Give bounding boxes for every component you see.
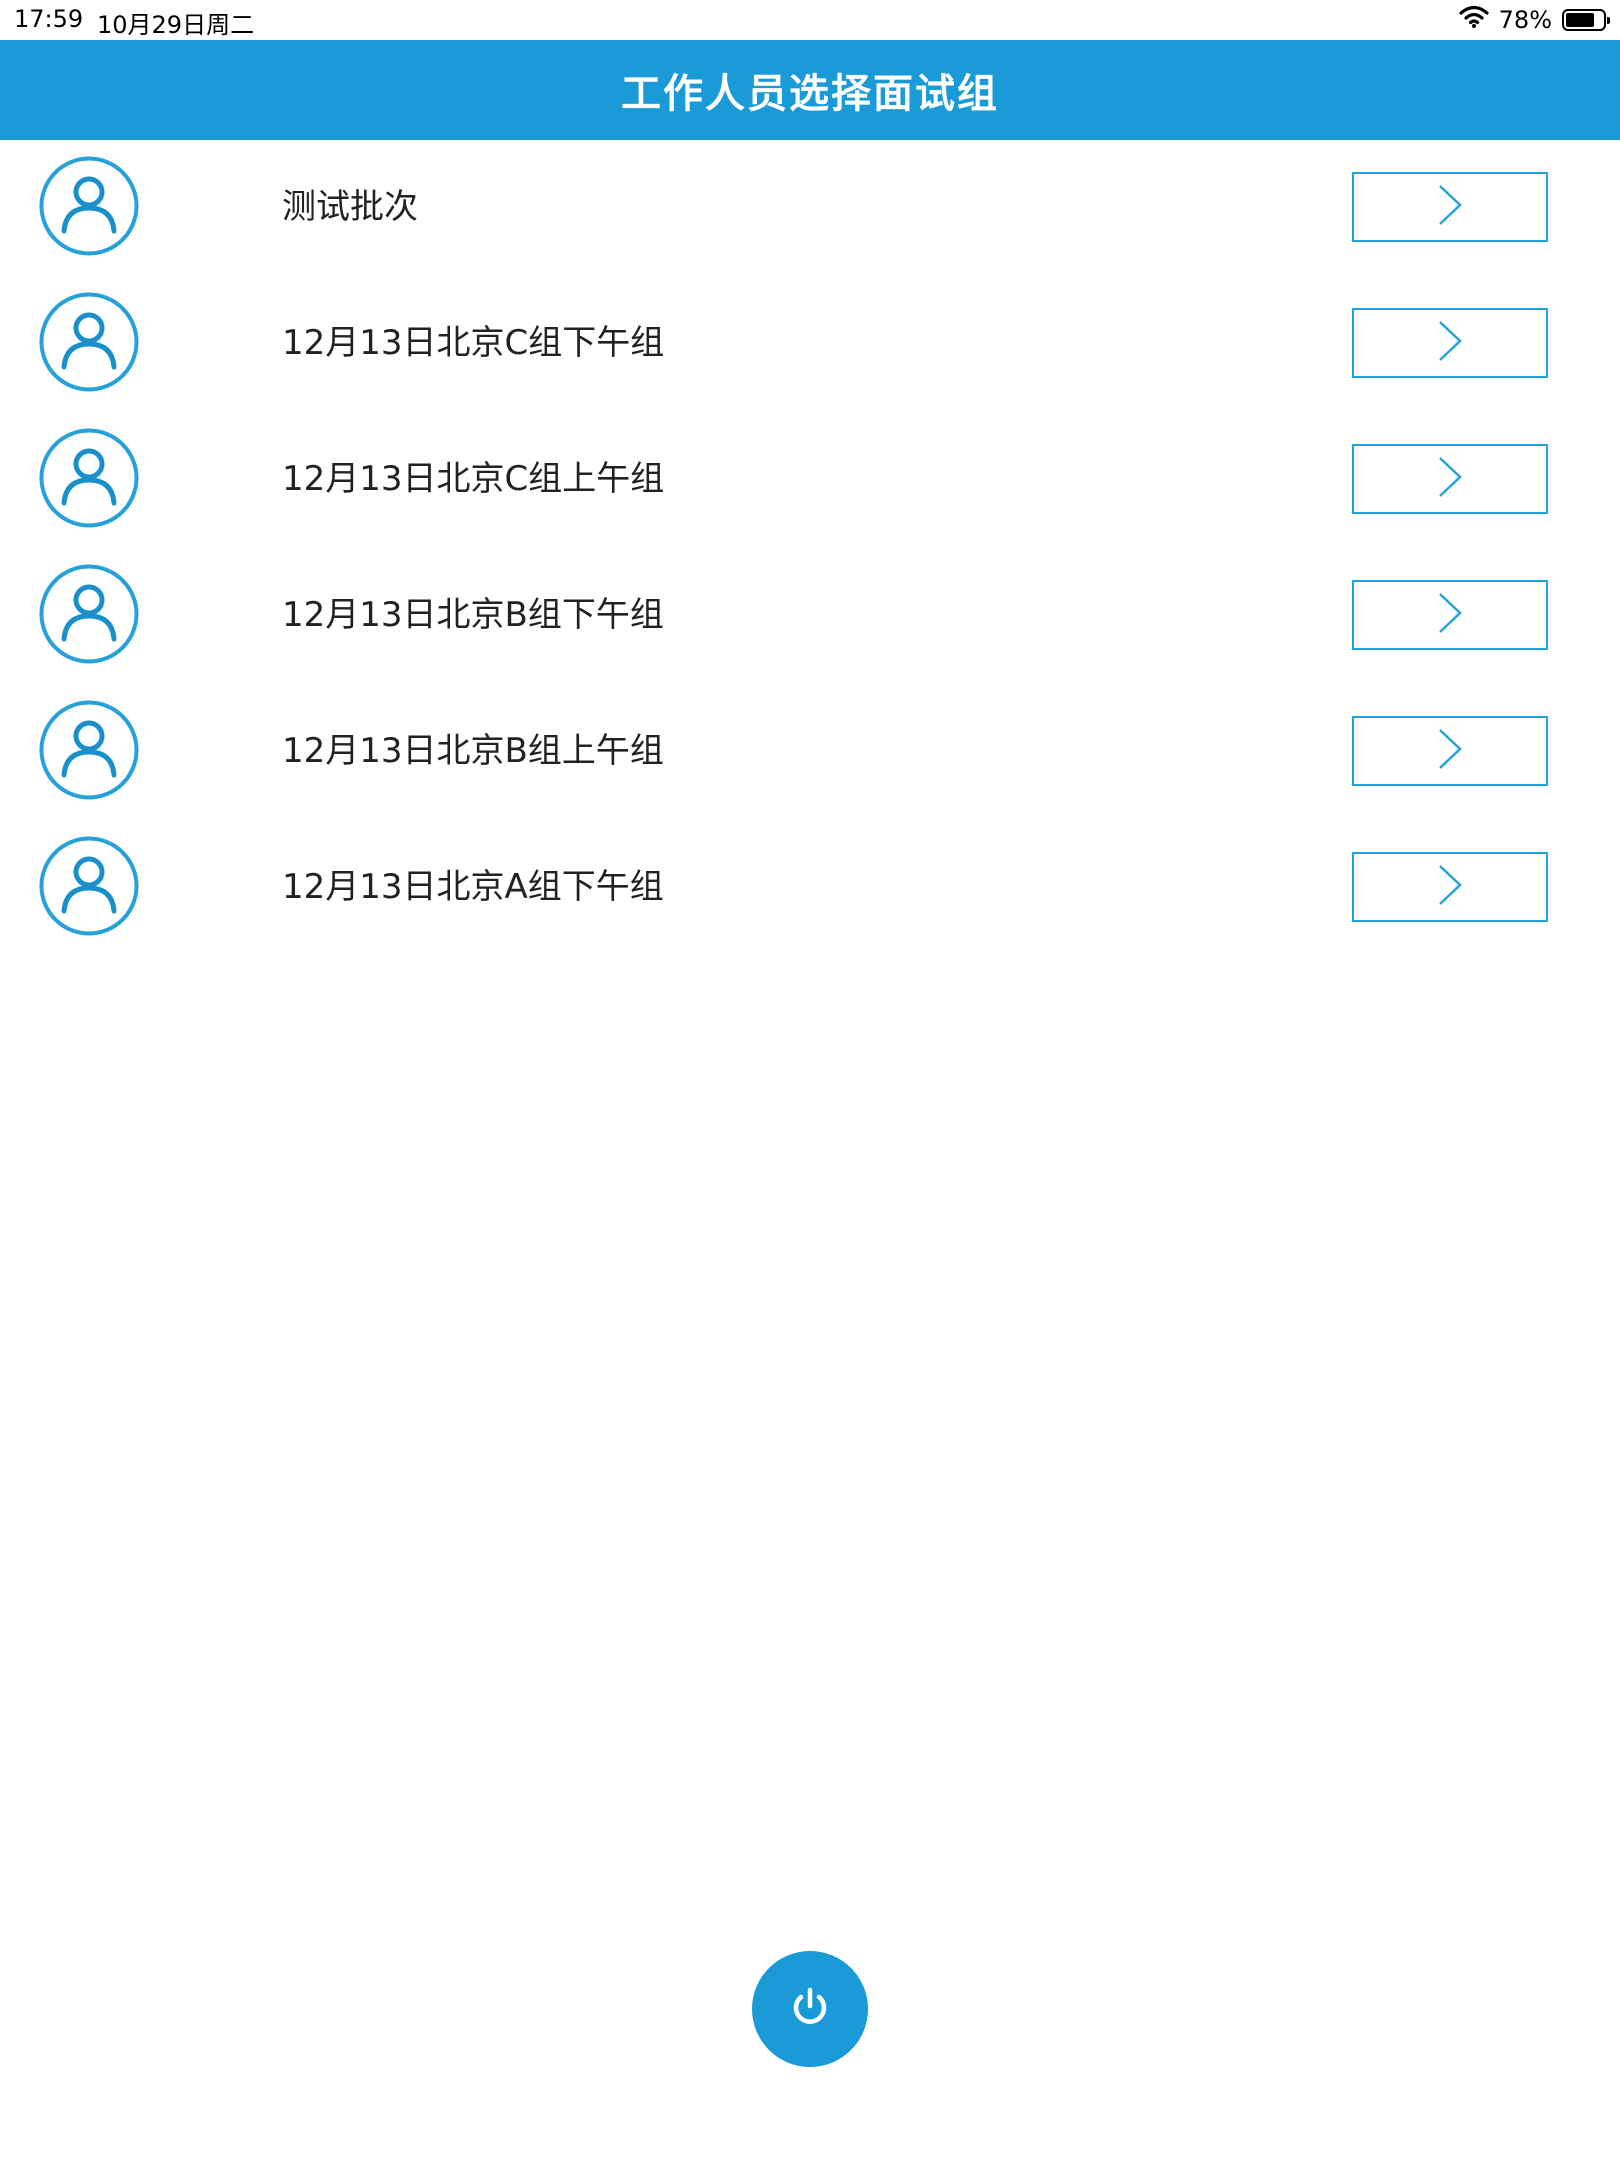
battery-icon bbox=[1562, 9, 1610, 31]
group-name: 12月13日北京B组下午组 bbox=[282, 595, 664, 635]
enter-group-button[interactable] bbox=[1352, 444, 1548, 514]
group-list: 测试批次 12月13日北京C组下午组 12月13日北京C组上午组 12月13日北… bbox=[0, 140, 1620, 956]
battery-tip bbox=[1607, 17, 1610, 24]
battery-fill bbox=[1566, 13, 1595, 27]
wifi-icon bbox=[1459, 5, 1489, 35]
list-item[interactable]: 12月13日北京A组下午组 bbox=[0, 820, 1620, 956]
enter-group-button[interactable] bbox=[1352, 852, 1548, 922]
status-time: 17:59 bbox=[14, 5, 84, 33]
enter-group-button[interactable] bbox=[1352, 172, 1548, 242]
status-right: 78% bbox=[1459, 5, 1610, 35]
chevron-right-icon bbox=[1436, 591, 1464, 639]
chevron-right-icon bbox=[1436, 727, 1464, 775]
nav-bar: 工作人员选择面试组 bbox=[0, 40, 1620, 140]
group-name: 12月13日北京B组上午组 bbox=[282, 731, 664, 771]
list-item[interactable]: 12月13日北京B组上午组 bbox=[0, 684, 1620, 820]
status-date: 10月29日周二 bbox=[97, 11, 255, 39]
enter-group-button[interactable] bbox=[1352, 308, 1548, 378]
chevron-right-icon bbox=[1436, 863, 1464, 911]
list-item[interactable]: 12月13日北京C组下午组 bbox=[0, 276, 1620, 412]
enter-group-button[interactable] bbox=[1352, 716, 1548, 786]
status-bar: 17:59 10月29日周二 78% bbox=[0, 0, 1620, 40]
chevron-right-icon bbox=[1436, 319, 1464, 367]
group-name: 测试批次 bbox=[282, 187, 418, 227]
list-item[interactable]: 测试批次 bbox=[0, 140, 1620, 276]
user-avatar-icon bbox=[39, 564, 139, 664]
user-avatar-icon bbox=[39, 292, 139, 392]
power-button[interactable] bbox=[752, 1951, 868, 2067]
group-name: 12月13日北京A组下午组 bbox=[282, 867, 664, 907]
page-title: 工作人员选择面试组 bbox=[621, 71, 999, 117]
group-name: 12月13日北京C组上午组 bbox=[282, 459, 665, 499]
user-avatar-icon bbox=[39, 700, 139, 800]
user-avatar-icon bbox=[39, 836, 139, 936]
list-item[interactable]: 12月13日北京B组下午组 bbox=[0, 548, 1620, 684]
power-icon bbox=[788, 1985, 832, 2033]
chevron-right-icon bbox=[1436, 183, 1464, 231]
list-item[interactable]: 12月13日北京C组上午组 bbox=[0, 412, 1620, 548]
user-avatar-icon bbox=[39, 156, 139, 256]
group-name: 12月13日北京C组下午组 bbox=[282, 323, 665, 363]
page: 17:59 10月29日周二 78% 工作人员选择面试组 测试批次 12月13日… bbox=[0, 0, 1620, 2160]
enter-group-button[interactable] bbox=[1352, 580, 1548, 650]
battery-percent: 78% bbox=[1498, 6, 1552, 34]
user-avatar-icon bbox=[39, 428, 139, 528]
chevron-right-icon bbox=[1436, 455, 1464, 503]
